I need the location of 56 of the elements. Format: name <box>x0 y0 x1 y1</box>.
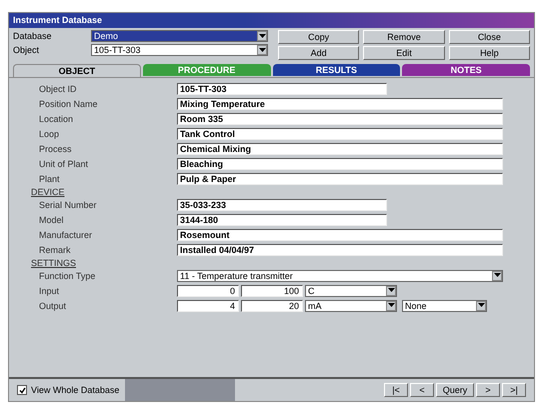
field-label: Function Type <box>39 270 96 280</box>
field-label: Process <box>39 144 73 154</box>
action-button[interactable]: Help <box>448 46 530 60</box>
section-heading: DEVICE <box>31 186 65 196</box>
tab[interactable]: OBJECT <box>13 64 141 77</box>
input-field[interactable]: 4 <box>177 300 239 312</box>
field-label: Position Name <box>39 98 99 108</box>
nav-button[interactable]: >| <box>502 383 526 397</box>
input-field[interactable]: Chemical Mixing <box>177 142 503 154</box>
field-label: Plant <box>39 174 61 184</box>
field-label: Object <box>13 45 40 55</box>
dropdown[interactable]: 11 - Temperature transmitter <box>177 270 503 282</box>
action-button[interactable]: Add <box>278 46 360 60</box>
tab[interactable]: RESULTS <box>272 64 400 76</box>
nav-button[interactable]: Query <box>436 383 474 397</box>
field-label: Location <box>39 114 74 124</box>
action-button[interactable]: Remove <box>363 30 445 44</box>
input-field[interactable]: 35-033-233 <box>177 198 387 210</box>
action-button[interactable]: Close <box>448 30 530 44</box>
field-label: Manufacturer <box>39 230 94 240</box>
field-label: Model <box>39 214 65 224</box>
input-field[interactable]: Tank Control <box>177 128 503 140</box>
nav-button[interactable]: |< <box>384 383 408 397</box>
input-field[interactable]: 0 <box>177 284 239 296</box>
nav-button[interactable]: < <box>410 383 434 397</box>
dropdown[interactable]: 105-TT-303 <box>91 44 268 56</box>
dropdown[interactable]: None <box>402 300 487 312</box>
checkbox[interactable] <box>17 385 27 395</box>
dropdown[interactable]: mA <box>305 300 397 312</box>
field-label: Unit of Plant <box>39 158 90 168</box>
action-button[interactable]: Copy <box>278 30 360 44</box>
field-label: Serial Number <box>39 200 98 210</box>
input-field[interactable]: 105-TT-303 <box>177 82 387 94</box>
field-label: Input <box>39 286 60 296</box>
checkbox-label: View Whole Database <box>31 385 120 395</box>
section-heading: SETTINGS <box>31 258 76 268</box>
window-title: Instrument Database <box>9 13 534 28</box>
field-label: Output <box>39 300 68 310</box>
input-field[interactable]: 3144-180 <box>177 214 387 226</box>
action-button[interactable]: Edit <box>363 46 445 60</box>
input-field[interactable]: Rosemount <box>177 228 503 240</box>
input-field[interactable]: Room 335 <box>177 112 503 124</box>
field-label: Object ID <box>39 84 78 94</box>
input-field[interactable]: Installed 04/04/97 <box>177 244 503 256</box>
input-field[interactable]: Mixing Temperature <box>177 98 503 110</box>
dropdown[interactable]: C <box>305 284 397 296</box>
field-label: Database <box>13 31 53 41</box>
field-label: Remark <box>39 244 72 254</box>
dropdown[interactable]: Demo <box>91 30 268 42</box>
input-field[interactable]: Pulp & Paper <box>177 172 503 184</box>
tab[interactable]: NOTES <box>402 64 530 76</box>
input-field[interactable]: Bleaching <box>177 158 503 170</box>
field-label: Loop <box>39 128 60 138</box>
nav-button[interactable]: > <box>476 383 500 397</box>
input-field[interactable]: 100 <box>241 284 303 296</box>
input-field[interactable]: 20 <box>241 300 303 312</box>
